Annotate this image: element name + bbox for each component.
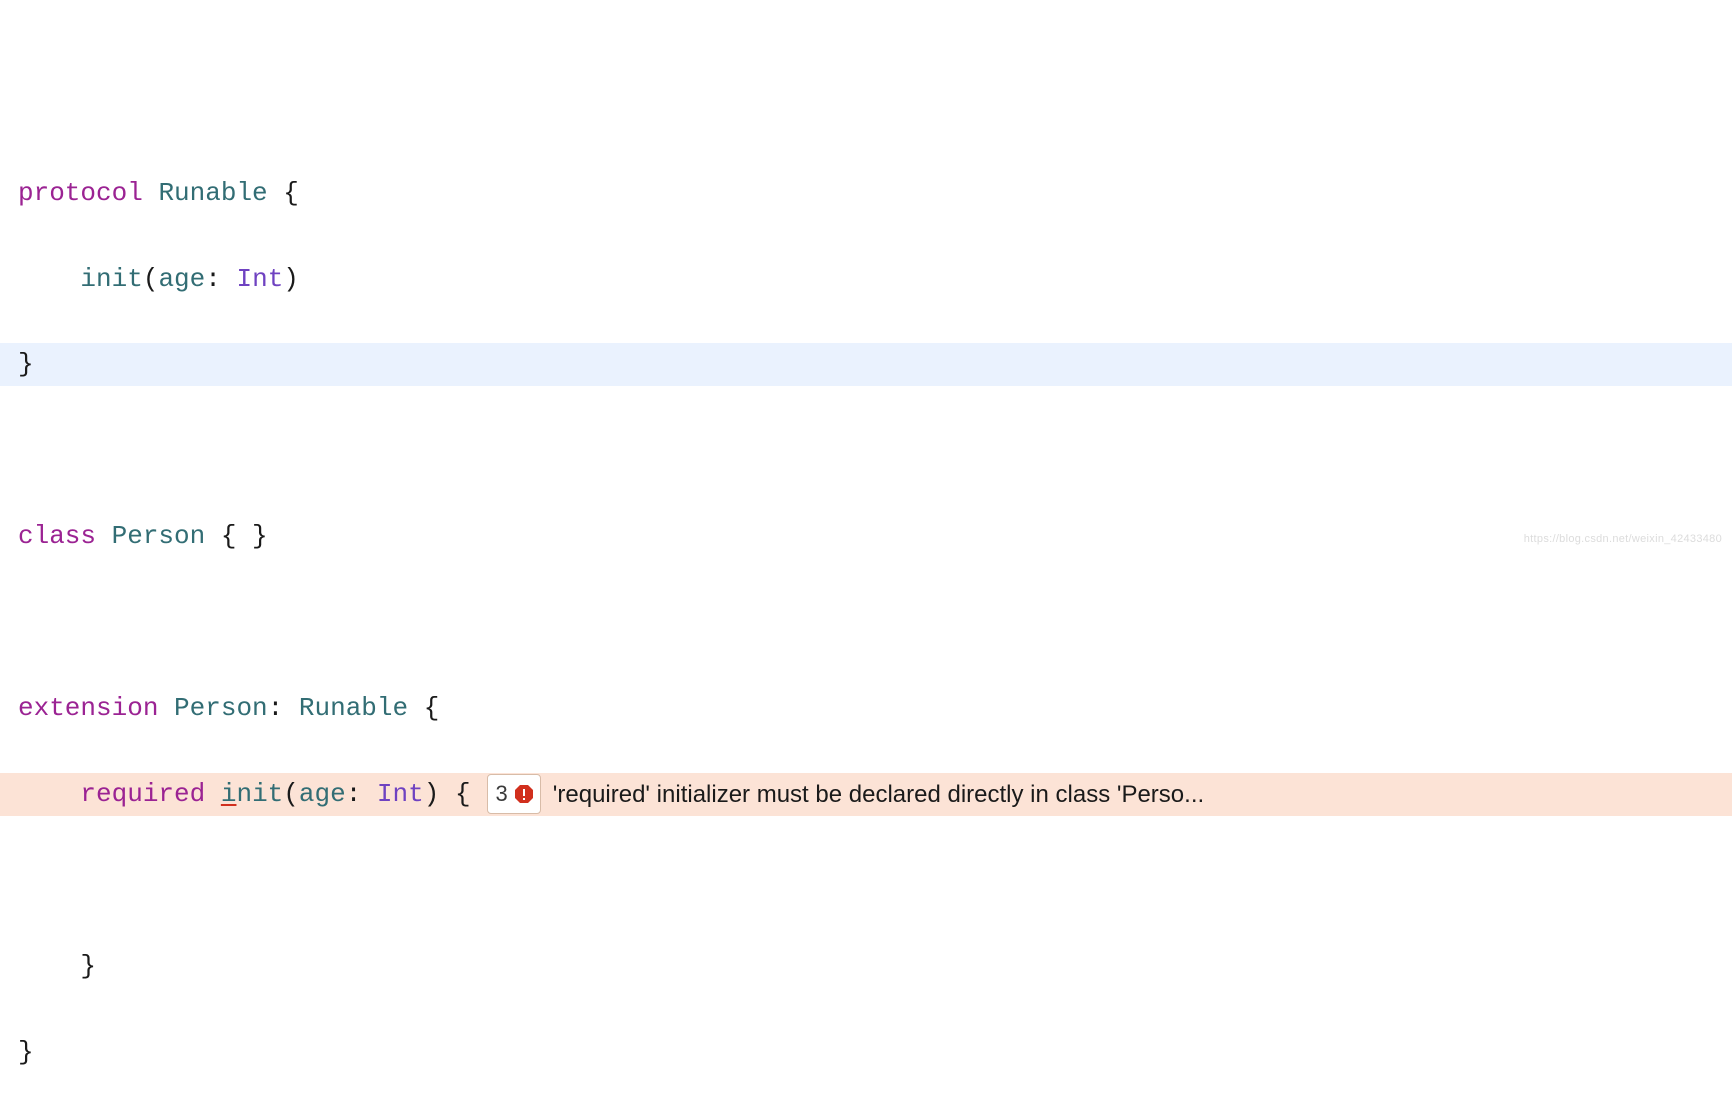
init-rest: nit — [236, 773, 283, 816]
keyword-class: class — [18, 515, 96, 558]
code-line-5[interactable]: class Person { } — [0, 515, 1732, 558]
paren-close-brace: ) { — [424, 773, 471, 816]
paren-close: ) — [283, 258, 299, 301]
init-error-underlined: i — [221, 773, 237, 816]
indent — [18, 945, 80, 988]
brace-close: } — [18, 1031, 34, 1074]
space — [205, 773, 221, 816]
colon: : — [205, 258, 236, 301]
class-name-person: Person — [112, 515, 206, 558]
colon: : — [346, 773, 377, 816]
init-keyword: init — [80, 258, 142, 301]
param-age: age — [158, 258, 205, 301]
indent — [18, 773, 80, 816]
keyword-required: required — [80, 773, 205, 816]
code-line-2[interactable]: init(age: Int) — [0, 257, 1732, 300]
brace-open: { — [268, 172, 299, 215]
protocol-name: Runable — [158, 172, 267, 215]
extension-target: Person — [174, 687, 268, 730]
error-icon — [514, 784, 534, 804]
brace-close: } — [18, 343, 34, 386]
code-line-9-empty[interactable] — [0, 859, 1732, 902]
error-count: 3 — [496, 776, 508, 812]
keyword-protocol: protocol — [18, 172, 143, 215]
paren-open: ( — [143, 258, 159, 301]
code-line-4-empty[interactable] — [0, 429, 1732, 472]
conforming-protocol: Runable — [299, 687, 408, 730]
code-line-1[interactable]: protocol Runable { — [0, 172, 1732, 215]
code-line-7[interactable]: extension Person: Runable { — [0, 687, 1732, 730]
brace-close: } — [80, 945, 96, 988]
keyword-extension: extension — [18, 687, 158, 730]
code-line-8-error[interactable]: required init(age: Int) { 3 'required' ini… — [0, 773, 1732, 816]
colon: : — [268, 687, 299, 730]
code-line-6-empty[interactable] — [0, 601, 1732, 644]
type-int: Int — [377, 773, 424, 816]
param-age: age — [299, 773, 346, 816]
error-badge[interactable]: 3 — [487, 774, 541, 814]
code-line-11[interactable]: } — [0, 1030, 1732, 1073]
type-int: Int — [236, 258, 283, 301]
code-line-10[interactable]: } — [0, 945, 1732, 988]
code-line-3[interactable]: } — [0, 343, 1732, 386]
braces-empty: { } — [205, 515, 267, 558]
watermark-text: https://blog.csdn.net/weixin_42433480 — [1524, 530, 1722, 548]
indent — [18, 258, 80, 301]
paren-open: ( — [283, 773, 299, 816]
error-message-text: 'required' initializer must be declared … — [553, 775, 1204, 815]
brace-open: { — [408, 687, 439, 730]
